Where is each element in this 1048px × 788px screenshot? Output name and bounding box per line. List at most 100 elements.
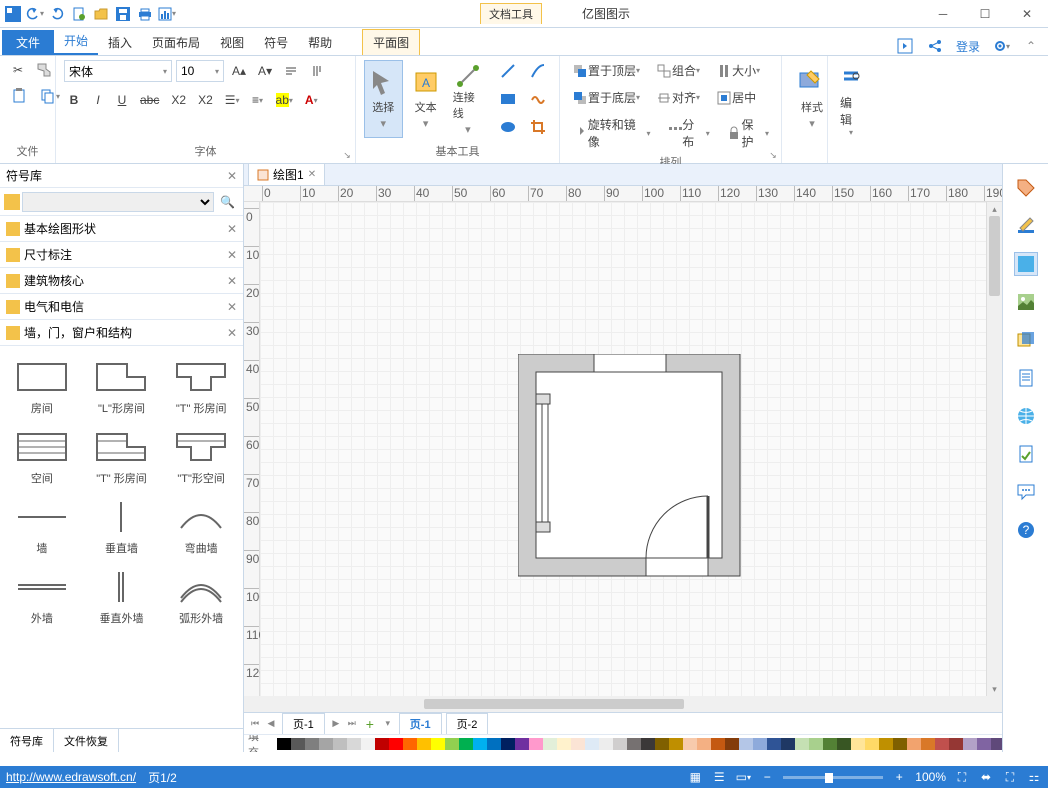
bring-front-button[interactable]: 置于顶层▾: [568, 60, 644, 81]
zoom-in-icon[interactable]: +: [891, 769, 907, 785]
chart-icon[interactable]: ▾: [158, 5, 176, 23]
tab-floorplan[interactable]: 平面图: [362, 29, 420, 55]
fit-width-icon[interactable]: ⬌: [978, 769, 994, 785]
collapse-ribbon-icon[interactable]: ⌃: [1022, 37, 1040, 55]
fit-page-icon[interactable]: ⛶: [954, 769, 970, 785]
color-swatch-50[interactable]: [963, 738, 977, 750]
strike-icon[interactable]: abc: [136, 90, 163, 110]
save-icon[interactable]: [114, 5, 132, 23]
rp-globe-icon[interactable]: [1014, 404, 1038, 428]
color-swatch-44[interactable]: [879, 738, 893, 750]
color-swatch-27[interactable]: [641, 738, 655, 750]
share-icon[interactable]: [926, 37, 944, 55]
view-normal-icon[interactable]: ▦: [687, 769, 703, 785]
foot-tab-recovery[interactable]: 文件恢复: [54, 729, 119, 752]
color-swatch-5[interactable]: [333, 738, 347, 750]
color-swatch-39[interactable]: [809, 738, 823, 750]
page-first-icon[interactable]: ⏮: [248, 717, 262, 731]
paste-icon[interactable]: [8, 86, 32, 106]
color-swatch-45[interactable]: [893, 738, 907, 750]
shape-item-3[interactable]: 空间: [4, 424, 80, 490]
shape-item-2[interactable]: "T" 形房间: [163, 354, 239, 420]
cut-icon[interactable]: ✂: [8, 60, 28, 80]
shape-item-0[interactable]: 房间: [4, 354, 80, 420]
font-family-select[interactable]: 宋体▾: [64, 60, 172, 82]
format-painter-icon[interactable]: [32, 60, 56, 80]
color-swatch-12[interactable]: [431, 738, 445, 750]
settings-icon[interactable]: ▾: [992, 37, 1010, 55]
redo-icon[interactable]: [48, 5, 66, 23]
shape-item-8[interactable]: 弯曲墙: [163, 494, 239, 560]
group-button[interactable]: 组合▾: [652, 60, 704, 81]
color-swatch-51[interactable]: [977, 738, 991, 750]
page-last-icon[interactable]: ⏭: [345, 717, 359, 731]
color-swatch-2[interactable]: [291, 738, 305, 750]
color-swatch-10[interactable]: [403, 738, 417, 750]
color-swatch-14[interactable]: [459, 738, 473, 750]
color-swatch-11[interactable]: [417, 738, 431, 750]
vert-text-icon[interactable]: [306, 61, 328, 81]
tab-home[interactable]: 开始: [54, 28, 98, 55]
rotate-button[interactable]: 旋转和镜像▾: [568, 114, 655, 152]
page-next-icon[interactable]: ▶: [329, 717, 343, 731]
vscroll-thumb[interactable]: [989, 216, 1000, 296]
arc-tool-icon[interactable]: [525, 60, 551, 82]
rp-help-icon[interactable]: ?: [1014, 518, 1038, 542]
color-swatch-23[interactable]: [585, 738, 599, 750]
italic-icon[interactable]: I: [88, 90, 108, 110]
color-swatch-31[interactable]: [697, 738, 711, 750]
color-swatch-26[interactable]: [627, 738, 641, 750]
login-link[interactable]: 登录: [956, 38, 980, 55]
export-icon[interactable]: [896, 37, 914, 55]
tab-view[interactable]: 视图: [210, 30, 254, 55]
color-swatch-34[interactable]: [739, 738, 753, 750]
minimize-icon[interactable]: ─: [934, 5, 952, 23]
horizontal-scrollbar[interactable]: [244, 696, 1002, 712]
line-tool-icon[interactable]: [495, 60, 521, 82]
zoom-thumb[interactable]: [825, 773, 833, 783]
panel-close-icon[interactable]: ✕: [227, 169, 237, 183]
page-menu-icon[interactable]: ▾: [381, 717, 395, 731]
view-outline-icon[interactable]: ☰: [711, 769, 727, 785]
page-tab-2[interactable]: 页-2: [446, 713, 489, 735]
search-icon[interactable]: 🔍: [216, 195, 239, 209]
color-swatch-16[interactable]: [487, 738, 501, 750]
rect-tool-icon[interactable]: [495, 88, 521, 110]
category-2[interactable]: 建筑物核心✕: [0, 268, 243, 294]
font-launcher-icon[interactable]: ↘: [341, 149, 353, 161]
color-swatch-30[interactable]: [683, 738, 697, 750]
color-swatch-25[interactable]: [613, 738, 627, 750]
color-swatch-22[interactable]: [571, 738, 585, 750]
bullets-icon[interactable]: ≡▾: [248, 90, 268, 110]
color-swatch-13[interactable]: [445, 738, 459, 750]
undo-icon[interactable]: ▾: [26, 5, 44, 23]
hscroll-thumb[interactable]: [424, 699, 684, 709]
shape-item-11[interactable]: 弧形外墙: [163, 564, 239, 630]
color-swatch-15[interactable]: [473, 738, 487, 750]
color-swatch-40[interactable]: [823, 738, 837, 750]
color-swatch-4[interactable]: [319, 738, 333, 750]
color-swatch-36[interactable]: [767, 738, 781, 750]
color-swatch-32[interactable]: [711, 738, 725, 750]
color-swatch-20[interactable]: [543, 738, 557, 750]
open-icon[interactable]: [92, 5, 110, 23]
text-tool-button[interactable]: A文本▾: [407, 60, 445, 138]
ellipse-tool-icon[interactable]: [495, 116, 521, 138]
rp-doc-icon[interactable]: [1014, 442, 1038, 466]
add-page-icon[interactable]: +: [363, 717, 377, 731]
qat-app-icon[interactable]: [4, 5, 22, 23]
shape-item-5[interactable]: "T"形空间: [163, 424, 239, 490]
color-swatch-3[interactable]: [305, 738, 319, 750]
view-present-icon[interactable]: ▭▾: [735, 769, 751, 785]
connector-tool-button[interactable]: 连接线▾: [449, 60, 487, 138]
search-select[interactable]: [22, 192, 214, 212]
underline-icon[interactable]: U: [112, 90, 132, 110]
rp-tag-icon[interactable]: [1014, 176, 1038, 200]
subscript-icon[interactable]: X2: [167, 90, 190, 110]
color-swatch-8[interactable]: [375, 738, 389, 750]
shape-item-10[interactable]: 垂直外墙: [84, 564, 160, 630]
rp-edit-icon[interactable]: [1014, 214, 1038, 238]
color-swatch-6[interactable]: [347, 738, 361, 750]
page-tab-1[interactable]: 页-1: [282, 713, 325, 735]
shape-item-6[interactable]: 墙: [4, 494, 80, 560]
